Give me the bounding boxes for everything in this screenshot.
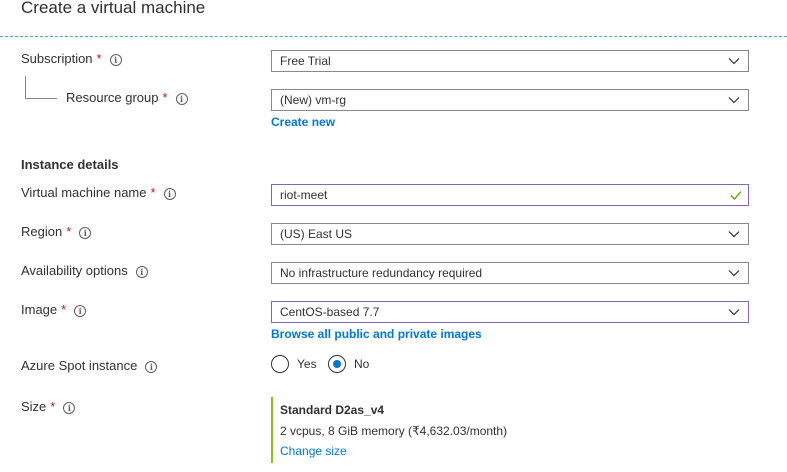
chevron-down-icon xyxy=(728,231,740,238)
size-summary: Standard D2as_v4 2 vcpus, 8 GiB memory (… xyxy=(271,397,507,463)
info-icon[interactable]: i xyxy=(145,361,158,373)
vm-name-label-row: Virtual machine name * i xyxy=(21,185,176,201)
resource-group-label: Resource group xyxy=(66,90,159,105)
resource-group-value: (New) vm-rg xyxy=(280,93,346,107)
change-size-link[interactable]: Change size xyxy=(280,444,507,458)
vm-name-label: Virtual machine name xyxy=(21,185,147,200)
availability-label-row: Availability options i xyxy=(21,263,148,279)
required-marker: * xyxy=(162,90,168,105)
image-label-row: Image * i xyxy=(21,302,87,318)
radio-button-selected[interactable] xyxy=(328,355,346,373)
subscription-label: Subscription xyxy=(21,51,93,66)
browse-images-link[interactable]: Browse all public and private images xyxy=(271,327,482,341)
resource-group-dropdown[interactable]: (New) vm-rg xyxy=(271,89,749,111)
spot-radio-yes[interactable]: Yes xyxy=(271,355,317,373)
required-marker: * xyxy=(50,399,56,414)
info-icon[interactable]: i xyxy=(63,402,76,414)
region-dropdown[interactable]: (US) East US xyxy=(271,223,749,245)
required-marker: * xyxy=(66,224,72,239)
chevron-down-icon xyxy=(728,309,740,316)
spot-label: Azure Spot instance xyxy=(21,358,138,373)
size-label-row: Size * i xyxy=(21,399,76,415)
subscription-label-row: Subscription * i xyxy=(21,51,122,67)
tree-connector-horizontal xyxy=(25,98,57,99)
chevron-down-icon xyxy=(728,58,740,65)
resource-group-label-row: Resource group * i xyxy=(66,90,188,106)
required-marker: * xyxy=(96,51,102,66)
image-label: Image xyxy=(21,302,58,317)
create-new-link[interactable]: Create new xyxy=(271,115,335,129)
spot-option-yes-label: Yes xyxy=(297,357,317,371)
info-icon[interactable]: i xyxy=(79,227,92,239)
chevron-down-icon xyxy=(728,270,740,277)
image-dropdown[interactable]: CentOS-based 7.7 xyxy=(271,301,749,323)
region-label: Region xyxy=(21,224,63,239)
info-icon[interactable]: i xyxy=(109,54,122,66)
region-label-row: Region * i xyxy=(21,224,92,240)
info-icon[interactable]: i xyxy=(135,266,148,278)
spot-label-row: Azure Spot instance i xyxy=(21,358,158,374)
vm-name-input[interactable]: riot-meet xyxy=(271,184,749,206)
vm-name-value: riot-meet xyxy=(280,188,328,202)
required-marker: * xyxy=(61,302,67,317)
size-description: 2 vcpus, 8 GiB memory (₹4,632.03/month) xyxy=(280,424,508,438)
chevron-down-icon xyxy=(728,97,740,104)
instance-details-heading: Instance details xyxy=(21,157,119,172)
availability-dropdown[interactable]: No infrastructure redundancy required xyxy=(271,262,749,284)
header-divider xyxy=(0,36,787,37)
region-value: (US) East US xyxy=(280,227,353,241)
info-icon[interactable]: i xyxy=(74,305,87,317)
tree-connector xyxy=(25,76,26,98)
subscription-dropdown[interactable]: Free Trial xyxy=(271,50,749,72)
spot-radio-no[interactable]: No xyxy=(328,355,369,373)
required-marker: * xyxy=(150,185,156,200)
radio-button-unselected[interactable] xyxy=(271,355,289,373)
info-icon[interactable]: i xyxy=(163,188,176,200)
availability-label: Availability options xyxy=(21,263,128,278)
page-title: Create a virtual machine xyxy=(21,0,206,17)
availability-value: No infrastructure redundancy required xyxy=(280,266,483,280)
size-name: Standard D2as_v4 xyxy=(280,403,385,417)
info-icon[interactable]: i xyxy=(175,93,188,105)
spot-option-no-label: No xyxy=(354,357,370,371)
checkmark-icon xyxy=(730,191,742,200)
image-value: CentOS-based 7.7 xyxy=(280,305,380,319)
size-label: Size xyxy=(21,399,47,414)
subscription-value: Free Trial xyxy=(280,54,331,68)
